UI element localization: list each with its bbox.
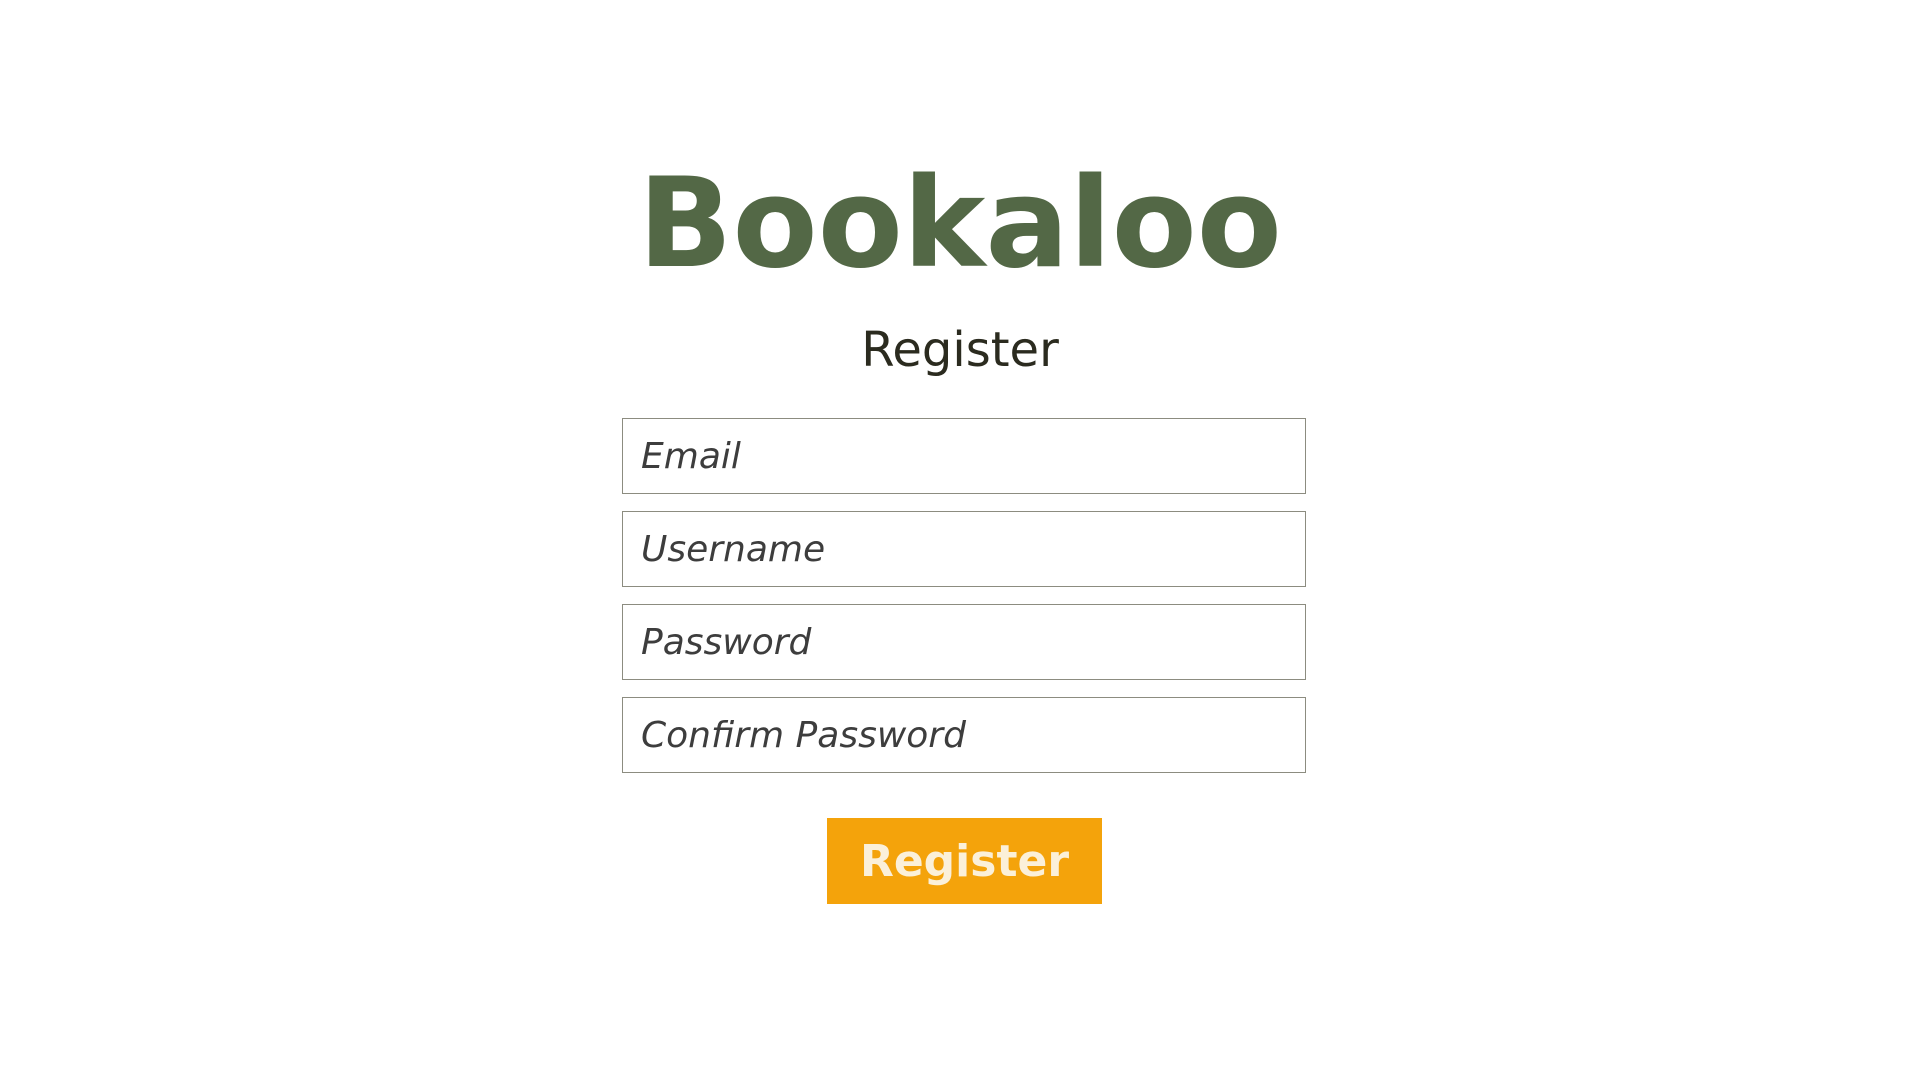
confirm-password-field[interactable] (622, 697, 1306, 773)
brand-logo-text: Bookaloo (638, 152, 1282, 296)
password-field[interactable] (622, 604, 1306, 680)
register-button[interactable]: Register (827, 818, 1102, 904)
register-form (622, 418, 1306, 790)
page-title: Register (861, 322, 1059, 378)
email-field[interactable] (622, 418, 1306, 494)
username-field[interactable] (622, 511, 1306, 587)
register-page: Bookaloo Register Register (0, 0, 1920, 1080)
